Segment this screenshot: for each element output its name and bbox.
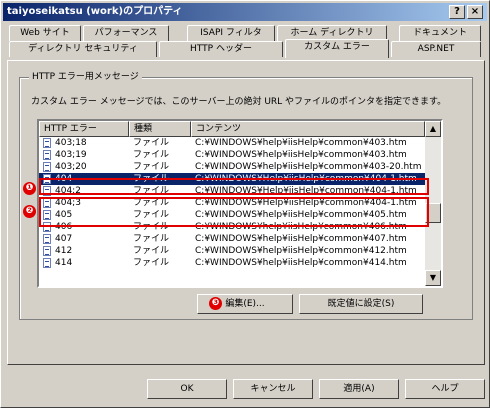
scroll-down-icon[interactable]: ▼ [425,270,441,286]
type-cell: ファイル [133,234,170,244]
error-code-cell: 407 [55,234,73,244]
file-icon [43,246,51,256]
tab-asp-net[interactable]: ASP.NET [391,41,481,57]
set-default-button[interactable]: 既定値に設定(S) [299,294,423,314]
column-content[interactable]: コンテンツ [191,121,425,137]
file-icon [43,258,51,268]
file-icon [43,162,51,172]
table-row[interactable]: 403;18 ファイル C:¥WINDOWS¥help¥iisHelp¥common… [39,137,425,149]
highlight-box-2 [39,197,429,227]
type-cell: ファイル [133,150,170,160]
content-cell: C:¥WINDOWS¥help¥iisHelp¥common¥403-20.ht… [195,162,422,172]
column-type[interactable]: 種類 [129,121,191,137]
window-title: taiyoseikatsu (work)のプロパティ [7,6,183,17]
tab-custom-errors[interactable]: カスタム エラー [285,39,389,58]
error-code-cell: 412 [55,246,73,256]
table-row[interactable]: 403;19 ファイル C:¥WINDOWS¥help¥iisHelp¥common… [39,149,425,161]
column-http-error[interactable]: HTTP エラー [39,121,129,137]
type-cell: ファイル [133,258,170,268]
properties-dialog: taiyoseikatsu (work)のプロパティ ? × Web サイト パ… [0,0,490,408]
annotation-badge-1: ❶ [23,182,36,195]
title-bar[interactable]: taiyoseikatsu (work)のプロパティ ? × [3,3,487,21]
error-code-cell: 403;18 [55,138,87,148]
file-icon [43,234,51,244]
cancel-button[interactable]: キャンセル [233,379,313,399]
highlight-box-1 [39,178,429,195]
tab-documents[interactable]: ドキュメント [399,25,481,41]
error-code-cell: 403;19 [55,150,87,160]
error-code-cell: 414 [55,258,73,268]
content-cell: C:¥WINDOWS¥help¥iisHelp¥common¥412.htm [195,246,407,256]
ok-button[interactable]: OK [147,379,227,399]
tab-web-site[interactable]: Web サイト [9,25,81,41]
table-row[interactable]: 414 ファイル C:¥WINDOWS¥help¥iisHelp¥common¥41… [39,257,425,269]
description-text: カスタム エラー メッセージでは、このサーバー上の絶対 URL やファイルのポイ… [31,97,447,107]
type-cell: ファイル [133,246,170,256]
help-button[interactable]: ヘルプ [405,379,485,399]
annotation-badge-3: ❸ [209,297,222,310]
type-cell: ファイル [133,162,170,172]
content-cell: C:¥WINDOWS¥help¥iisHelp¥common¥403.htm [195,150,407,160]
help-title-button[interactable]: ? [449,5,465,19]
close-button[interactable]: × [467,5,483,19]
scroll-up-icon[interactable]: ▲ [425,121,441,137]
content-cell: C:¥WINDOWS¥help¥iisHelp¥common¥414.htm [195,258,407,268]
tab-strip: Web サイト パフォーマンス ISAPI フィルタ ホーム ディレクトリ ドキ… [7,25,485,61]
list-header: HTTP エラー 種類 コンテンツ [39,121,425,137]
table-row[interactable]: 403;20 ファイル C:¥WINDOWS¥help¥iisHelp¥common… [39,161,425,173]
error-code-cell: 403;20 [55,162,87,172]
tab-http-headers[interactable]: HTTP ヘッダー [159,41,283,57]
table-row[interactable]: 412 ファイル C:¥WINDOWS¥help¥iisHelp¥common¥41… [39,245,425,257]
apply-button[interactable]: 適用(A) [319,379,399,399]
tab-performance[interactable]: パフォーマンス [83,25,169,41]
group-label: HTTP エラー用メッセージ [29,70,142,84]
tab-isapi-filter[interactable]: ISAPI フィルタ [187,25,275,41]
table-row[interactable]: 407 ファイル C:¥WINDOWS¥help¥iisHelp¥common¥40… [39,233,425,245]
type-cell: ファイル [133,138,170,148]
content-cell: C:¥WINDOWS¥help¥iisHelp¥common¥403.htm [195,138,407,148]
content-cell: C:¥WINDOWS¥help¥iisHelp¥common¥407.htm [195,234,407,244]
annotation-badge-2: ❷ [23,205,36,218]
tab-directory-security[interactable]: ディレクトリ セキュリティ [9,41,157,57]
file-icon [43,150,51,160]
file-icon [43,138,51,148]
